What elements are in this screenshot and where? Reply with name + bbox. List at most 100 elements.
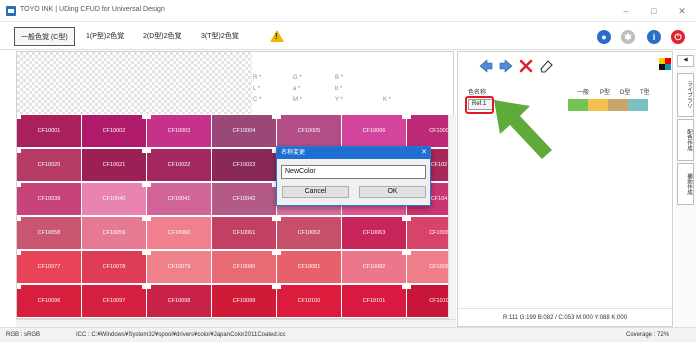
color-swatch[interactable]: CF1000 [407, 115, 453, 147]
gear-icon[interactable]: ✱ [621, 30, 635, 44]
color-name-input[interactable]: NewColor [281, 165, 426, 179]
tab-library[interactable]: ライブラリ [677, 73, 694, 117]
color-swatch[interactable]: CF10080 [212, 251, 276, 283]
color-list-panel: 色名称 一般 P型 D型 T型 Ref.1 R:111 G:199 B:082 … [457, 51, 673, 327]
swatch-label: CF10101 [362, 298, 386, 304]
color-swatch[interactable]: CF10039 [17, 183, 81, 215]
swatch-marker [147, 183, 151, 187]
cancel-button[interactable]: Cancel [282, 186, 349, 198]
tab-p-type[interactable]: 1(P型)2色覚 [80, 27, 130, 46]
color-swatch[interactable]: CF10006 [342, 115, 406, 147]
app-logo-icon [6, 6, 16, 16]
swatch-label: CF10040 [102, 196, 126, 202]
b-lab-readout: b * [335, 86, 343, 92]
swatch-label: CF10039 [37, 196, 61, 202]
palette-vertical-scrollbar[interactable] [448, 115, 456, 319]
swatch-marker [147, 217, 151, 221]
swatch-marker [272, 217, 276, 221]
color-swatch[interactable]: CF10099 [212, 285, 276, 317]
color-swatch[interactable]: CF10005 [277, 115, 341, 147]
power-icon[interactable]: ⏻ [671, 30, 685, 44]
swatch-label: CF10041 [167, 196, 191, 202]
color-swatch[interactable]: CF10004 [212, 115, 276, 147]
swatch-marker [17, 285, 21, 289]
a-readout: a * [293, 86, 301, 92]
minimize-button[interactable]: – [617, 4, 635, 18]
color-swatch[interactable]: CF10021 [82, 149, 146, 181]
color-swatch[interactable]: CF10082 [342, 251, 406, 283]
color-swatch[interactable]: CF10041 [147, 183, 211, 215]
palette-horizontal-scrollbar[interactable] [16, 319, 456, 327]
color-swatch[interactable]: CF10022 [147, 149, 211, 181]
swatch-marker [277, 115, 281, 119]
swatch-marker [17, 183, 21, 187]
swatch-label: CF10042 [232, 196, 256, 202]
chat-icon[interactable]: ● [597, 30, 611, 44]
color-swatch[interactable]: CF10020 [17, 149, 81, 181]
color-swatch[interactable]: CF10002 [82, 115, 146, 147]
dialog-close-button[interactable]: ✕ [421, 147, 427, 159]
rename-dialog: 名称変更 ✕ NewColor Cancel OK [276, 146, 431, 206]
swatch-label: CF10061 [232, 230, 256, 236]
delete-icon[interactable] [518, 58, 534, 74]
swatch-label: CF1000 [429, 128, 449, 134]
eraser-icon[interactable] [538, 58, 554, 74]
tab-t-type[interactable]: 3(T型)2色覚 [195, 27, 245, 46]
swatch-marker [142, 115, 146, 119]
close-window-button[interactable]: ✕ [673, 4, 691, 18]
color-swatch[interactable]: CF10078 [82, 251, 146, 283]
swatch-label: CF10060 [167, 230, 191, 236]
swatch-marker [147, 149, 151, 153]
swatch-marker [272, 285, 276, 289]
color-swatch[interactable]: CF10040 [82, 183, 146, 215]
color-swatch[interactable]: CF10079 [147, 251, 211, 283]
color-swatch[interactable]: CF10101 [342, 285, 406, 317]
warning-icon[interactable] [270, 30, 284, 42]
swatch-label: CF10096 [37, 298, 61, 304]
color-swatch[interactable]: CF10003 [147, 115, 211, 147]
color-swatch[interactable]: CF10096 [17, 285, 81, 317]
swatch-marker [277, 251, 281, 255]
color-swatch[interactable]: CF10060 [147, 217, 211, 249]
color-swatch[interactable]: CF10058 [17, 217, 81, 249]
k-readout: K * [383, 97, 392, 103]
swatch-label: CF10058 [37, 230, 61, 236]
color-swatch[interactable]: CF10062 [277, 217, 341, 249]
color-swatch[interactable]: CF10081 [277, 251, 341, 283]
swatch-label: CF10100 [297, 298, 321, 304]
tab-scheme-creation[interactable]: 配色作成 [677, 119, 694, 161]
swatch-label: CF1006 [429, 230, 449, 236]
maximize-button[interactable]: □ [645, 4, 663, 18]
tab-normal-vision[interactable]: 一般色覚 (C型) [14, 27, 75, 46]
swatch-label: CF10077 [37, 264, 61, 270]
color-swatch[interactable]: CF10100 [277, 285, 341, 317]
color-swatch[interactable]: CF10063 [342, 217, 406, 249]
swatch-marker [17, 115, 21, 119]
color-swatch[interactable]: CF10023 [212, 149, 276, 181]
swatch-marker [142, 183, 146, 187]
color-swatch[interactable]: CF10042 [212, 183, 276, 215]
swatch-label: CF10063 [362, 230, 386, 236]
pointer-arrow-icon [494, 100, 552, 159]
ok-button[interactable]: OK [359, 186, 426, 198]
collapse-arrow-icon[interactable]: ◀ [677, 55, 694, 67]
color-swatch[interactable]: CF10098 [147, 285, 211, 317]
tab-assist-creation[interactable]: 補助作成 [677, 163, 694, 205]
color-swatch[interactable]: CF1008 [407, 251, 453, 283]
color-swatch[interactable]: CF10061 [212, 217, 276, 249]
swatch-marker [142, 285, 146, 289]
color-swatch[interactable]: CF1006 [407, 217, 453, 249]
swatch-label: CF10021 [102, 162, 126, 168]
rgb-profile: RGB : sRGB [6, 332, 41, 338]
tab-d-type[interactable]: 2(D型)2色覚 [137, 27, 188, 46]
color-swatch[interactable]: CF10077 [17, 251, 81, 283]
color-swatch[interactable]: CF1010 [407, 285, 453, 317]
color-swatch[interactable]: CF10059 [82, 217, 146, 249]
swatch-label: CF1010 [429, 298, 449, 304]
color-swatch[interactable]: CF10097 [82, 285, 146, 317]
info-icon[interactable]: i [647, 30, 661, 44]
move-right-icon[interactable] [498, 58, 514, 74]
color-swatch[interactable]: CF10001 [17, 115, 81, 147]
move-left-icon[interactable] [478, 58, 494, 74]
color-mode-icon[interactable] [659, 58, 671, 70]
